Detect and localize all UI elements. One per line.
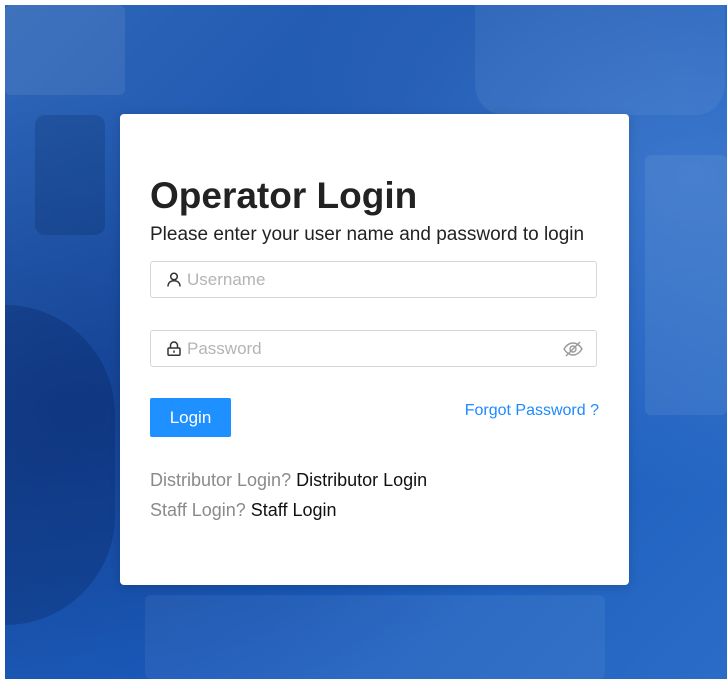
password-input[interactable]	[187, 331, 562, 366]
eye-slash-icon[interactable]	[562, 338, 584, 360]
password-field[interactable]	[150, 330, 597, 367]
distributor-login-question: Distributor Login?	[150, 470, 292, 490]
user-icon	[166, 272, 182, 288]
staff-login-question: Staff Login?	[150, 500, 246, 520]
page-title: Operator Login	[150, 175, 418, 216]
login-button[interactable]: Login	[150, 398, 231, 437]
login-card: Operator Login Please enter your user na…	[120, 114, 629, 585]
staff-login-link[interactable]: Staff Login	[251, 500, 337, 520]
distributor-login-row: Distributor Login? Distributor Login	[150, 470, 427, 491]
distributor-login-link[interactable]: Distributor Login	[296, 470, 427, 490]
forgot-password-link[interactable]: Forgot Password ?	[465, 402, 599, 420]
staff-login-row: Staff Login? Staff Login	[150, 500, 337, 521]
lock-icon	[166, 341, 182, 357]
username-field[interactable]	[150, 261, 597, 298]
login-instructions: Please enter your user name and password…	[150, 224, 585, 245]
username-input[interactable]	[187, 262, 596, 297]
page: Operator Login Please enter your user na…	[0, 0, 727, 679]
